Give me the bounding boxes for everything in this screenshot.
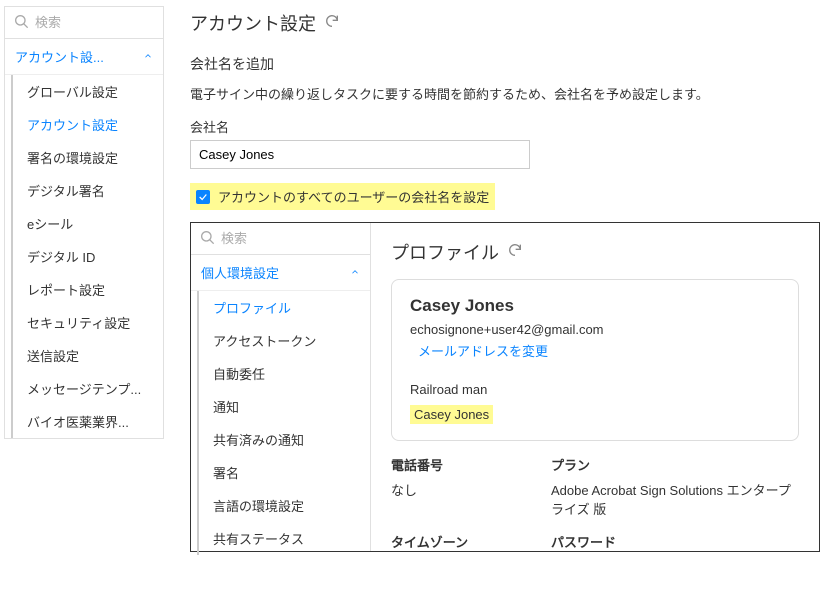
profile-email: echosignone+user42@gmail.com	[410, 322, 780, 337]
outer-search-input[interactable]	[29, 15, 155, 30]
page-title-row: アカウント設定	[190, 10, 820, 36]
nested-search-input[interactable]	[215, 231, 362, 246]
outer-group-label: アカウント設...	[15, 47, 104, 66]
search-icon	[13, 13, 29, 32]
nested-main: プロファイル Casey Jones echosignone+user42@gm…	[371, 223, 819, 551]
sidebar-item[interactable]: 送信設定	[13, 339, 163, 372]
outer-group-header[interactable]: アカウント設...	[5, 39, 163, 75]
nested-group-header[interactable]: 個人環境設定	[191, 255, 370, 291]
sidebar-item[interactable]: 言語の環境設定	[199, 489, 370, 522]
outer-search[interactable]	[5, 7, 163, 39]
chevron-up-icon	[350, 265, 360, 280]
phone-label: 電話番号	[391, 455, 531, 474]
sidebar-item[interactable]: メッセージテンプ...	[13, 372, 163, 405]
section-description: 電子サイン中の繰り返しタスクに要する時間を節約するため、会社名を予め設定します。	[190, 84, 820, 103]
change-email-link[interactable]: メールアドレスを変更	[410, 341, 548, 360]
sidebar-item[interactable]: アクセストークン	[199, 324, 370, 357]
sidebar-item[interactable]: プロファイル	[199, 291, 370, 324]
refresh-icon[interactable]	[507, 242, 523, 263]
set-all-users-row[interactable]: アカウントのすべてのユーザーの会社名を設定	[190, 183, 495, 210]
sidebar-item[interactable]: 共有ステータス	[199, 522, 370, 555]
sidebar-item[interactable]: 署名	[199, 456, 370, 489]
search-icon	[199, 229, 215, 248]
profile-role: Railroad man	[410, 382, 780, 397]
nested-group-label: 個人環境設定	[201, 263, 279, 282]
profile-card: Casey Jones echosignone+user42@gmail.com…	[391, 279, 799, 441]
company-label: 会社名	[190, 117, 820, 136]
checkbox-label: アカウントのすべてのユーザーの会社名を設定	[218, 187, 489, 206]
nested-sub-items: プロファイル アクセストークン 自動委任 通知 共有済みの通知 署名 言語の環境…	[197, 291, 370, 555]
sidebar-item[interactable]: 自動委任	[199, 357, 370, 390]
nested-title: プロファイル	[391, 239, 499, 265]
sidebar-item[interactable]: レポート設定	[13, 273, 163, 306]
sidebar-item[interactable]: グローバル設定	[13, 75, 163, 108]
plan-value: Adobe Acrobat Sign Solutions エンタープライズ 版	[551, 480, 799, 518]
main-content: アカウント設定 会社名を追加 電子サイン中の繰り返しタスクに要する時間を節約する…	[190, 10, 820, 552]
outer-sidebar: アカウント設... グローバル設定 アカウント設定 署名の環境設定 デジタル署名…	[4, 6, 164, 439]
nested-panel: 個人環境設定 プロファイル アクセストークン 自動委任 通知 共有済みの通知 署…	[190, 222, 820, 552]
sidebar-item[interactable]: バイオ医薬業界...	[13, 405, 163, 438]
sidebar-item[interactable]: 通知	[199, 390, 370, 423]
nested-sidebar: 個人環境設定 プロファイル アクセストークン 自動委任 通知 共有済みの通知 署…	[191, 223, 371, 551]
sidebar-item[interactable]: デジタル署名	[13, 174, 163, 207]
sidebar-item[interactable]: eシール	[13, 207, 163, 240]
sidebar-item[interactable]: 共有済みの通知	[199, 423, 370, 456]
company-input[interactable]	[190, 140, 530, 169]
profile-grid: 電話番号 プラン なし Adobe Acrobat Sign Solutions…	[391, 455, 799, 551]
sidebar-item[interactable]: アカウント設定	[13, 108, 163, 141]
phone-value: なし	[391, 480, 531, 518]
page-title: アカウント設定	[190, 10, 316, 36]
sidebar-item[interactable]: デジタル ID	[13, 240, 163, 273]
chevron-up-icon	[143, 49, 153, 64]
nested-search[interactable]	[191, 223, 370, 255]
refresh-icon[interactable]	[324, 13, 340, 34]
profile-company: Casey Jones	[410, 405, 493, 424]
plan-label: プラン	[551, 455, 799, 474]
section-title: 会社名を追加	[190, 54, 820, 74]
nested-title-row: プロファイル	[391, 239, 799, 265]
pw-label: パスワード	[551, 532, 799, 551]
sidebar-item[interactable]: 署名の環境設定	[13, 141, 163, 174]
checkbox-icon[interactable]	[196, 190, 210, 204]
tz-label: タイムゾーン	[391, 532, 531, 551]
sidebar-item[interactable]: セキュリティ設定	[13, 306, 163, 339]
outer-sub-items: グローバル設定 アカウント設定 署名の環境設定 デジタル署名 eシール デジタル…	[11, 75, 163, 438]
profile-name: Casey Jones	[410, 296, 780, 316]
